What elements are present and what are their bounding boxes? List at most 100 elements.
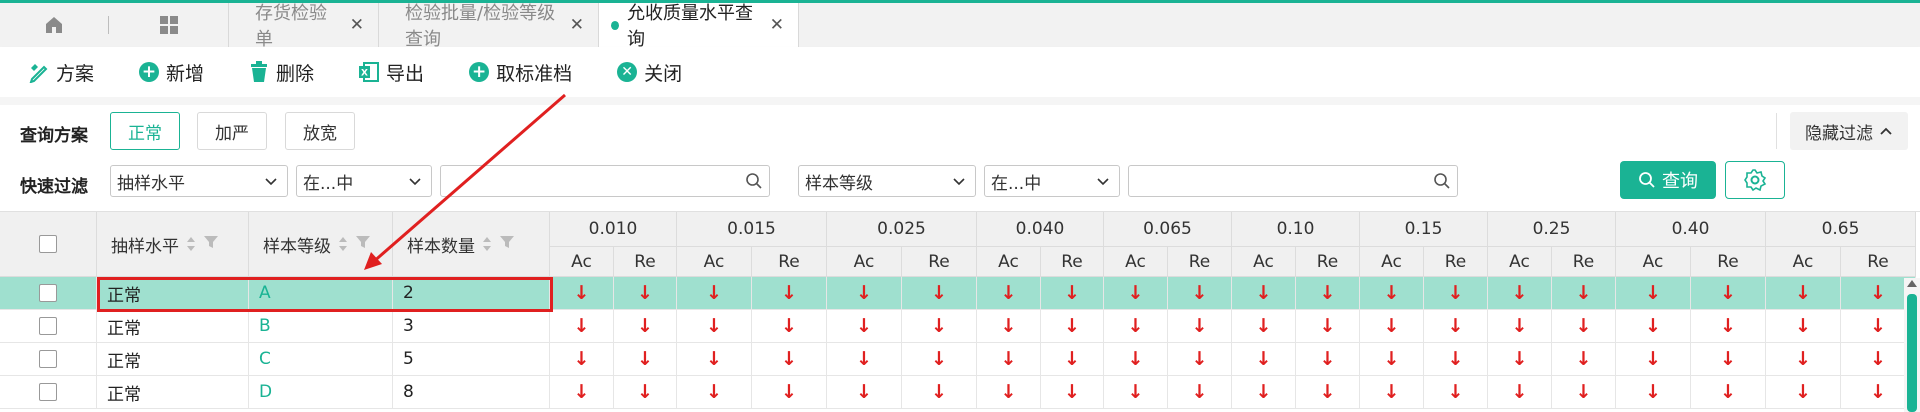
- re-cell[interactable]: ↓: [1552, 343, 1616, 376]
- cancel-standard-button[interactable]: + 取标准档: [468, 59, 572, 86]
- ac-cell[interactable]: ↓: [1616, 376, 1691, 409]
- level-cell[interactable]: 正常: [97, 343, 249, 376]
- grade-column-header[interactable]: 样本等级: [249, 212, 393, 277]
- ac-cell[interactable]: ↓: [1104, 343, 1168, 376]
- ac-cell[interactable]: ↓: [1766, 376, 1841, 409]
- ac-cell[interactable]: ↓: [550, 343, 614, 376]
- scheme-normal-button[interactable]: 正常: [110, 112, 180, 150]
- re-cell[interactable]: ↓: [1552, 376, 1616, 409]
- qty-column-header[interactable]: 样本数量: [393, 212, 550, 277]
- qty-cell[interactable]: 5: [393, 343, 550, 376]
- ac-cell[interactable]: ↓: [1488, 310, 1552, 343]
- ac-cell[interactable]: ↓: [677, 376, 752, 409]
- qty-cell[interactable]: 3: [393, 310, 550, 343]
- re-cell[interactable]: ↓: [752, 343, 827, 376]
- ac-cell[interactable]: ↓: [1104, 310, 1168, 343]
- ac-cell[interactable]: ↓: [1360, 277, 1424, 310]
- ac-cell[interactable]: ↓: [550, 376, 614, 409]
- re-cell[interactable]: ↓: [1041, 376, 1104, 409]
- re-cell[interactable]: ↓: [1424, 310, 1488, 343]
- re-cell[interactable]: ↓: [1168, 376, 1232, 409]
- re-cell[interactable]: ↓: [1296, 310, 1360, 343]
- filter-icon[interactable]: [203, 234, 219, 255]
- close-icon[interactable]: ✕: [570, 15, 584, 35]
- re-cell[interactable]: ↓: [1296, 376, 1360, 409]
- filter-icon[interactable]: [355, 234, 371, 255]
- re-cell[interactable]: ↓: [614, 343, 677, 376]
- scroll-up-icon[interactable]: [1907, 280, 1917, 287]
- re-cell[interactable]: ↓: [902, 376, 977, 409]
- scheme-reduced-button[interactable]: 放宽: [285, 112, 355, 150]
- ac-cell[interactable]: ↓: [677, 343, 752, 376]
- ac-cell[interactable]: ↓: [827, 376, 902, 409]
- ac-cell[interactable]: ↓: [1488, 277, 1552, 310]
- close-icon[interactable]: ✕: [350, 15, 364, 35]
- ac-cell[interactable]: ↓: [827, 310, 902, 343]
- select-all-checkbox[interactable]: [39, 235, 57, 253]
- re-cell[interactable]: ↓: [614, 376, 677, 409]
- ac-cell[interactable]: ↓: [977, 343, 1041, 376]
- row-checkbox[interactable]: [39, 317, 57, 335]
- re-cell[interactable]: ↓: [1691, 310, 1766, 343]
- ac-cell[interactable]: ↓: [1360, 343, 1424, 376]
- scrollbar-thumb[interactable]: [1907, 294, 1917, 412]
- re-cell[interactable]: ↓: [1168, 310, 1232, 343]
- filter-value-input-2[interactable]: [1128, 165, 1458, 197]
- ac-cell[interactable]: ↓: [1232, 343, 1296, 376]
- ac-cell[interactable]: ↓: [550, 310, 614, 343]
- filter-icon[interactable]: [499, 234, 515, 255]
- field-select-1[interactable]: 抽样水平: [110, 165, 288, 197]
- re-cell[interactable]: ↓: [1691, 343, 1766, 376]
- re-cell[interactable]: ↓: [902, 310, 977, 343]
- settings-button[interactable]: [1725, 161, 1785, 199]
- query-button[interactable]: 查询: [1620, 161, 1716, 199]
- ac-cell[interactable]: ↓: [1616, 310, 1691, 343]
- ac-cell[interactable]: ↓: [1488, 376, 1552, 409]
- ac-cell[interactable]: ↓: [1766, 277, 1841, 310]
- re-cell[interactable]: ↓: [1424, 343, 1488, 376]
- delete-button[interactable]: 删除: [248, 59, 314, 86]
- re-cell[interactable]: ↓: [1168, 277, 1232, 310]
- row-checkbox[interactable]: [39, 284, 57, 302]
- re-cell[interactable]: ↓: [902, 343, 977, 376]
- re-cell[interactable]: ↓: [1691, 277, 1766, 310]
- ac-cell[interactable]: ↓: [1360, 310, 1424, 343]
- row-select-cell[interactable]: [0, 277, 97, 310]
- home-tab[interactable]: [0, 3, 108, 47]
- ac-cell[interactable]: ↓: [977, 310, 1041, 343]
- re-cell[interactable]: ↓: [1296, 277, 1360, 310]
- re-cell[interactable]: ↓: [1041, 343, 1104, 376]
- tab-inventory-inspection[interactable]: 存货检验单 ✕: [229, 3, 379, 50]
- field-select-2[interactable]: 样本等级: [798, 165, 976, 197]
- export-button[interactable]: X 导出: [358, 59, 424, 86]
- scheme-tightened-button[interactable]: 加严: [197, 112, 267, 150]
- sort-icon[interactable]: [185, 235, 197, 253]
- row-checkbox[interactable]: [39, 350, 57, 368]
- level-cell[interactable]: 正常: [97, 310, 249, 343]
- filter-value-input-1[interactable]: [440, 165, 770, 197]
- qty-cell[interactable]: 8: [393, 376, 550, 409]
- grade-cell[interactable]: B: [249, 310, 393, 343]
- ac-cell[interactable]: ↓: [677, 310, 752, 343]
- close-icon[interactable]: ✕: [770, 15, 784, 35]
- ac-cell[interactable]: ↓: [977, 376, 1041, 409]
- re-cell[interactable]: ↓: [1424, 277, 1488, 310]
- re-cell[interactable]: ↓: [752, 310, 827, 343]
- re-cell[interactable]: ↓: [1296, 343, 1360, 376]
- row-checkbox[interactable]: [39, 383, 57, 401]
- apps-tab[interactable]: [109, 3, 229, 47]
- ac-cell[interactable]: ↓: [1360, 376, 1424, 409]
- ac-cell[interactable]: ↓: [1232, 376, 1296, 409]
- re-cell[interactable]: ↓: [1168, 343, 1232, 376]
- sort-icon[interactable]: [481, 235, 493, 253]
- ac-cell[interactable]: ↓: [1616, 343, 1691, 376]
- grade-cell[interactable]: C: [249, 343, 393, 376]
- hide-filter-button[interactable]: 隐藏过滤: [1790, 112, 1908, 150]
- re-cell[interactable]: ↓: [1552, 277, 1616, 310]
- re-cell[interactable]: ↓: [1691, 376, 1766, 409]
- grade-cell[interactable]: D: [249, 376, 393, 409]
- ac-cell[interactable]: ↓: [977, 277, 1041, 310]
- sort-icon[interactable]: [337, 235, 349, 253]
- vertical-scrollbar[interactable]: [1904, 278, 1920, 412]
- re-cell[interactable]: ↓: [1041, 310, 1104, 343]
